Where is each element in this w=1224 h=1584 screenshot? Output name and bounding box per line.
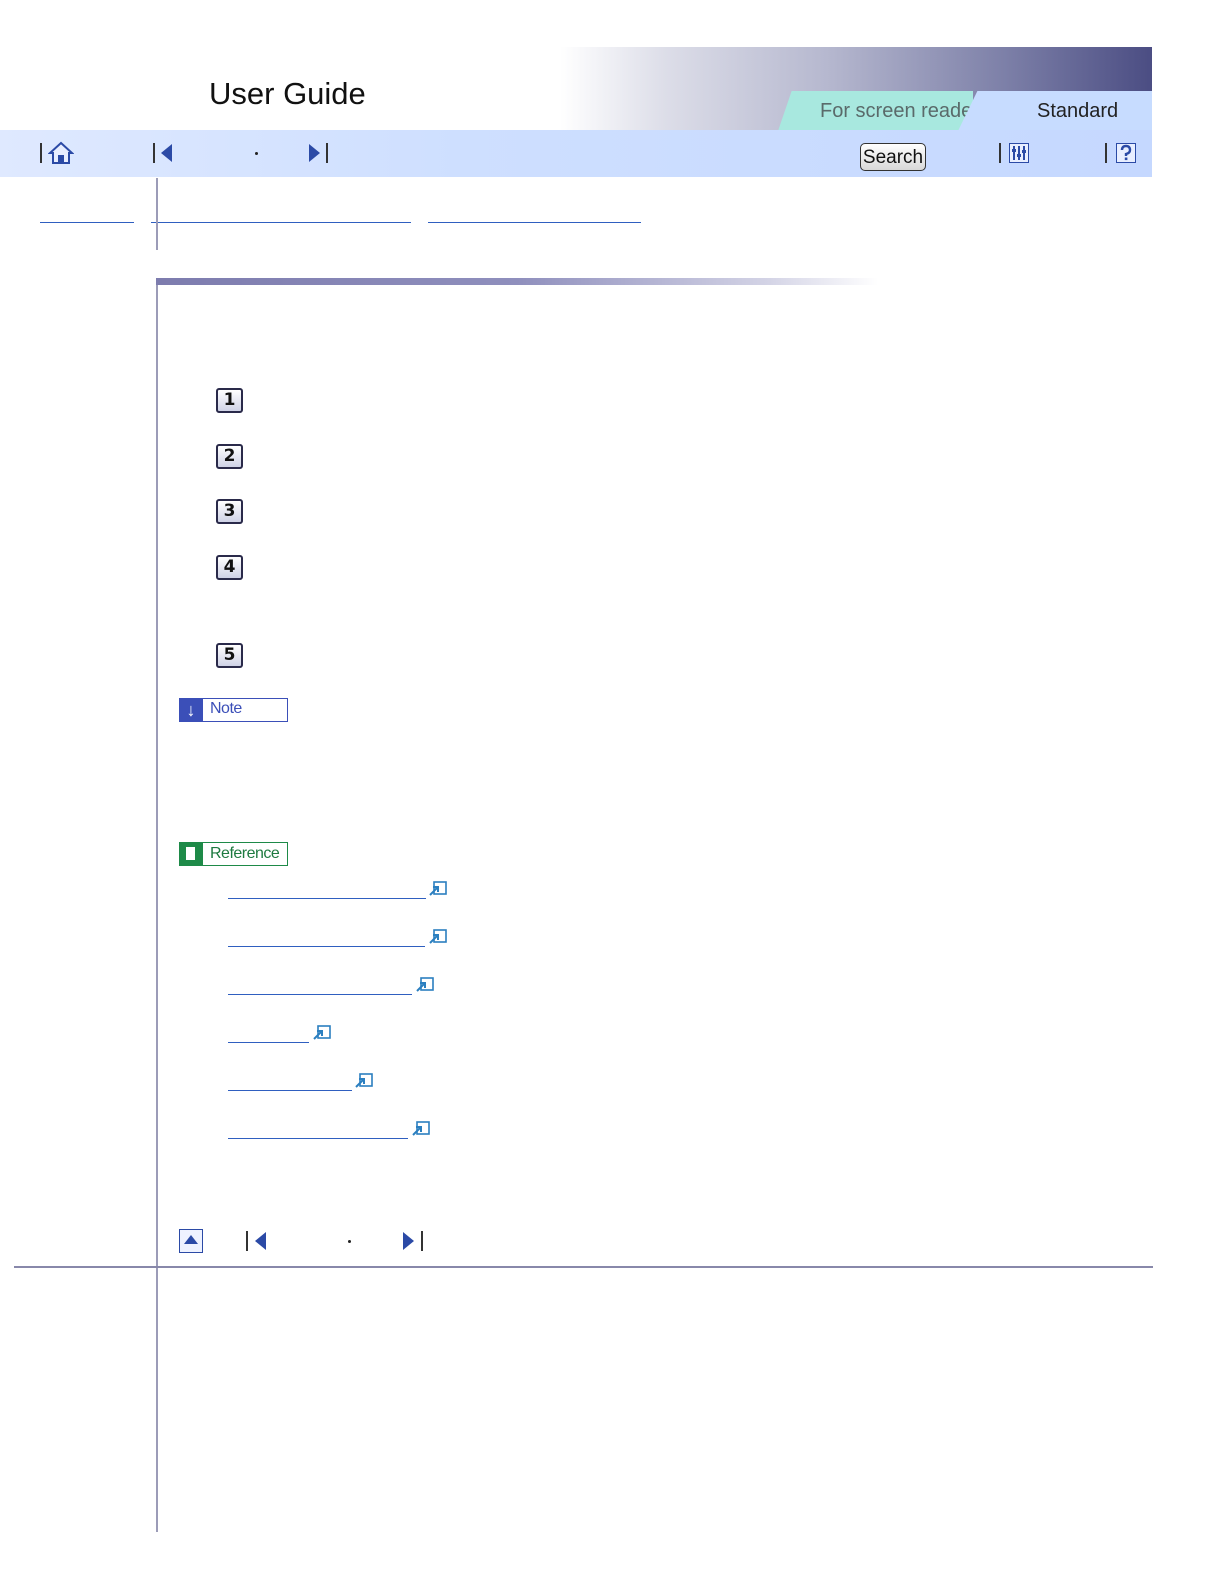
footer-rule <box>14 1266 1153 1268</box>
previous-page-icon[interactable] <box>255 1232 266 1250</box>
jump-link-icon[interactable] <box>429 881 447 896</box>
step-number-5: 5 <box>216 643 243 668</box>
reference-label: Reference <box>210 845 280 862</box>
separator <box>1105 143 1107 163</box>
previous-page-icon[interactable] <box>161 144 172 162</box>
breadcrumb-link-1[interactable] <box>40 222 134 223</box>
page-title: User Guide <box>209 76 366 111</box>
page-separator-dot <box>348 1240 351 1243</box>
search-button[interactable]: Search <box>860 143 926 171</box>
reference-link-6[interactable] <box>228 1138 408 1139</box>
arrow-up-icon[interactable] <box>184 1235 198 1244</box>
jump-link-icon[interactable] <box>313 1025 331 1040</box>
next-page-icon[interactable] <box>403 1232 414 1250</box>
frame-rule-top <box>156 178 158 250</box>
step-number-3: 3 <box>216 499 243 524</box>
separator <box>999 143 1001 163</box>
breadcrumb-link-3[interactable] <box>428 222 641 223</box>
reference-link-1[interactable] <box>228 898 426 899</box>
step-number-4: 4 <box>216 555 243 580</box>
tab-standard-label[interactable]: Standard <box>1037 100 1118 123</box>
separator <box>421 1231 423 1251</box>
toolbar <box>0 130 1152 177</box>
frame-rule-main <box>156 278 158 1532</box>
home-icon[interactable] <box>47 141 75 165</box>
reference-link-5[interactable] <box>228 1090 352 1091</box>
jump-link-icon[interactable] <box>412 1121 430 1136</box>
jump-link-icon[interactable] <box>355 1073 373 1088</box>
settings-icon[interactable] <box>1009 143 1029 163</box>
jump-link-icon[interactable] <box>416 977 434 992</box>
section-heading-bar <box>156 278 878 285</box>
reference-link-3[interactable] <box>228 994 412 995</box>
step-number-2: 2 <box>216 444 243 469</box>
breadcrumb-link-2[interactable] <box>151 222 411 223</box>
next-page-icon[interactable] <box>309 144 320 162</box>
help-icon[interactable] <box>1116 143 1136 163</box>
separator <box>326 143 328 163</box>
step-number-1: 1 <box>216 388 243 413</box>
page-separator-dot <box>255 152 258 155</box>
document-icon-page <box>186 847 195 860</box>
note-label: Note <box>210 700 242 717</box>
tab-for-screen-reader-label[interactable]: For screen reader <box>820 100 979 123</box>
separator <box>153 143 155 163</box>
arrow-down-icon: ↓ <box>179 698 203 722</box>
separator <box>40 143 42 163</box>
reference-link-2[interactable] <box>228 946 425 947</box>
separator <box>246 1231 248 1251</box>
reference-link-4[interactable] <box>228 1042 309 1043</box>
jump-link-icon[interactable] <box>429 929 447 944</box>
